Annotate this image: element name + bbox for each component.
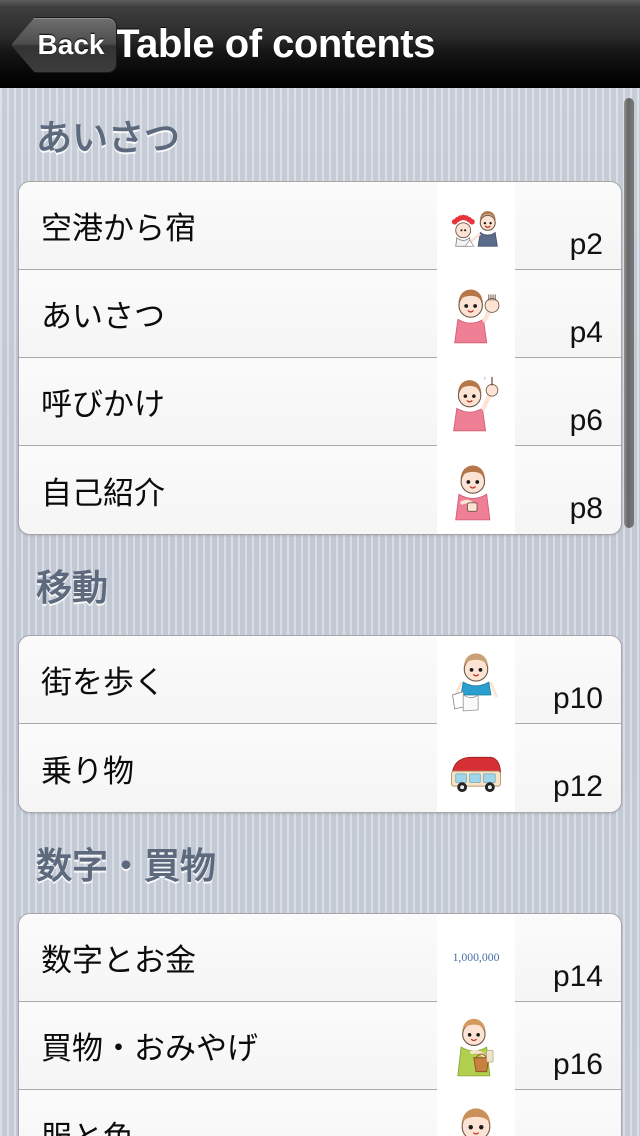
toc-row-title: 乗り物: [41, 753, 134, 789]
toc-row-title: 買物・おみやげ: [41, 1031, 258, 1066]
table-of-contents-list[interactable]: あいさつ 空港から宿 p2 あいさつ p4 呼びかけ ♪ p6 自己紹介 p8 移動 街を歩く p10 乗…: [0, 88, 640, 1136]
toc-row-title: 服と色: [19, 1112, 621, 1136]
toc-row[interactable]: 自己紹介 p8: [19, 446, 621, 534]
calling-woman-icon: ♪: [437, 358, 515, 446]
toc-row[interactable]: あいさつ p4: [19, 270, 621, 358]
toc-row-title: 自己紹介: [41, 475, 165, 511]
toc-row-title: 呼びかけ: [41, 387, 165, 422]
toc-row-title: 空港から宿: [41, 211, 196, 246]
toc-row-page-number: p8: [569, 492, 603, 525]
toc-card: 街を歩く p10 乗り物 p12: [18, 635, 622, 813]
toc-row-page-number: p6: [569, 404, 603, 437]
toc-row-title: 街を歩く: [41, 665, 165, 700]
clothes-person-icon: [437, 1090, 515, 1136]
toc-section: 移動街を歩く p10 乗り物 p12: [0, 535, 640, 813]
toc-row[interactable]: 街を歩く p10: [19, 636, 621, 724]
toc-row[interactable]: 呼びかけ ♪ p6: [19, 358, 621, 446]
man-with-map-icon: [437, 636, 515, 724]
toc-row-title: あいさつ: [41, 299, 165, 334]
toc-row-page-number: p14: [552, 960, 603, 993]
vertical-scrollbar[interactable]: [624, 98, 634, 528]
svg-text:♪: ♪: [483, 376, 486, 382]
toc-row[interactable]: 空港から宿 p2: [19, 182, 621, 270]
toc-row-page-number: p2: [569, 228, 603, 261]
svg-text:1,000,000: 1,000,000: [453, 951, 500, 964]
toc-row-page-number: p12: [552, 770, 603, 803]
airport-greeting-icon: [437, 182, 515, 270]
app-screen: Table of contents Back あいさつ 空港から宿 p2 あいさつ p4…: [0, 0, 640, 1136]
toc-row[interactable]: 服と色p18: [19, 1090, 621, 1136]
section-header: 移動: [36, 567, 109, 608]
toc-row-page-number: p10: [552, 682, 603, 715]
toc-card: 数字とお金 1,000,000 p14 買物・おみやげ p16 服と色p18: [18, 913, 622, 1136]
toc-row-page-number: p4: [569, 316, 603, 349]
section-header: 数字・買物: [36, 845, 217, 886]
toc-row-title: 数字とお金: [41, 943, 196, 978]
toc-row[interactable]: 買物・おみやげ p16: [19, 1002, 621, 1090]
bus-icon: [437, 724, 515, 812]
toc-section: 数字・買物数字とお金 1,000,000 p14 買物・おみやげ p16 服と色p18: [0, 813, 640, 1136]
self-introduction-woman-icon: [437, 446, 515, 534]
waving-woman-icon: [437, 270, 515, 358]
section-header: あいさつ: [36, 116, 181, 158]
toc-row[interactable]: 数字とお金 1,000,000 p14: [19, 914, 621, 1002]
navigation-bar: Table of contents Back: [0, 0, 640, 88]
toc-card: 空港から宿 p2 あいさつ p4 呼びかけ ♪ p6 自己紹介 p8: [18, 181, 622, 535]
shopping-woman-icon: [437, 1002, 515, 1090]
number-1000000-icon: 1,000,000: [437, 914, 515, 1002]
toc-row-page-number: p16: [552, 1048, 603, 1081]
toc-section: あいさつ 空港から宿 p2 あいさつ p4 呼びかけ ♪ p6 自己紹介 p8: [0, 88, 640, 535]
toc-row[interactable]: 乗り物 p12: [19, 724, 621, 812]
